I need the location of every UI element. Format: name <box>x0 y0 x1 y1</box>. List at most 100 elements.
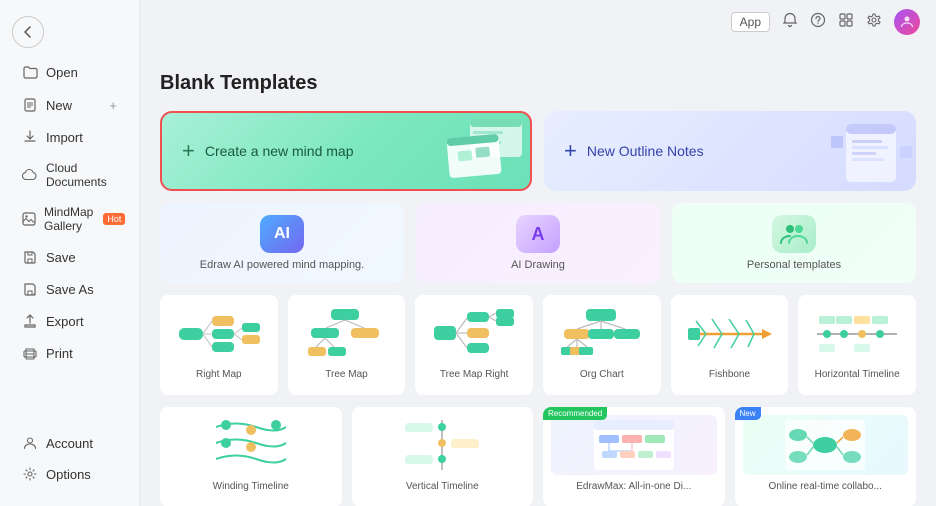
bell-icon[interactable] <box>782 12 798 33</box>
horizontal-timeline-card[interactable]: Horizontal Timeline <box>798 295 916 395</box>
tree-map-img <box>296 303 398 363</box>
fishbone-card[interactable]: Fishbone <box>671 295 789 395</box>
new-plus-icon: + <box>109 98 117 113</box>
winding-timeline-card[interactable]: Winding Timeline <box>160 407 342 506</box>
export-icon <box>22 313 38 329</box>
personal-icon <box>772 215 816 253</box>
sidebar-item-import[interactable]: Import <box>6 122 133 152</box>
tree-map-right-label: Tree Map Right <box>440 369 509 380</box>
online-realtime-label: Online real-time collabo... <box>769 481 882 492</box>
template-grid: Right Map Tree Map <box>160 295 916 395</box>
settings-icon[interactable] <box>866 12 882 33</box>
tree-map-right-card[interactable]: Tree Map Right <box>415 295 533 395</box>
sidebar-item-cloud-label: Cloud Documents <box>46 161 117 189</box>
cloud-icon <box>22 167 38 183</box>
hero-cards-row: + Create a new mind map <box>160 111 916 191</box>
right-map-img <box>168 303 270 363</box>
fishbone-img <box>679 303 781 363</box>
sidebar-item-account-label: Account <box>46 436 93 451</box>
sidebar-item-options-label: Options <box>46 467 91 482</box>
tree-map-card[interactable]: Tree Map <box>288 295 406 395</box>
org-chart-label: Org Chart <box>580 369 624 380</box>
org-chart-card[interactable]: Org Chart <box>543 295 661 395</box>
personal-templates-card[interactable]: Personal templates <box>672 203 916 283</box>
fishbone-label: Fishbone <box>709 369 750 380</box>
create-plus-icon: + <box>182 140 195 162</box>
horizontal-timeline-img <box>806 303 908 363</box>
sidebar-item-import-label: Import <box>46 130 83 145</box>
sidebar-item-print-label: Print <box>46 346 73 361</box>
bottom-grid: Winding Timeline Vertical <box>160 407 916 506</box>
sidebar-item-save[interactable]: Save <box>6 242 133 272</box>
tree-map-right-img <box>423 303 525 363</box>
sidebar-item-open[interactable]: Open <box>6 57 133 87</box>
vertical-timeline-card[interactable]: Vertical Timeline <box>352 407 534 506</box>
outline-plus-icon: + <box>564 140 577 162</box>
image-icon <box>22 211 36 227</box>
vertical-timeline-label: Vertical Timeline <box>406 481 479 492</box>
sidebar-item-new-label: New <box>46 98 72 113</box>
sidebar-item-gallery-label: MindMap Gallery <box>44 205 93 233</box>
new-badge: New <box>735 407 761 420</box>
edrawmax-allinone-label: EdrawMax: All-in-one Di... <box>576 481 691 492</box>
edrawmax-allinone-card[interactable]: Recommended <box>543 407 725 506</box>
outline-card-illustration <box>826 116 906 191</box>
page-title: Blank Templates <box>160 72 916 95</box>
sidebar-item-open-label: Open <box>46 65 78 80</box>
sidebar-item-saveas[interactable]: Save As <box>6 274 133 304</box>
sidebar-bottom: Account Options <box>0 427 139 498</box>
print-icon <box>22 345 38 361</box>
ai-drawing-card[interactable]: A AI Drawing <box>416 203 660 283</box>
sidebar-item-saveas-label: Save As <box>46 282 94 297</box>
account-icon <box>22 435 38 451</box>
winding-timeline-label: Winding Timeline <box>213 481 289 492</box>
import-icon <box>22 129 38 145</box>
edrawmax-img <box>551 415 717 475</box>
recommended-badge: Recommended <box>543 407 607 420</box>
ai-icon: AI <box>260 215 304 253</box>
sidebar-item-options[interactable]: Options <box>6 459 133 489</box>
create-mindmap-card[interactable]: + Create a new mind map <box>160 111 532 191</box>
sidebar-item-new[interactable]: New + <box>6 90 133 120</box>
personal-templates-label: Personal templates <box>747 259 841 271</box>
grid-icon[interactable] <box>838 12 854 33</box>
tree-map-label: Tree Map <box>325 369 367 380</box>
org-chart-img <box>551 303 653 363</box>
feature-cards-row: AI Edraw AI powered mind mapping. A AI D… <box>160 203 916 283</box>
back-button[interactable] <box>12 16 44 48</box>
edraw-ai-label: Edraw AI powered mind mapping. <box>200 259 364 271</box>
online-realtime-img <box>743 415 909 475</box>
outline-notes-card[interactable]: + New Outline Notes <box>544 111 916 191</box>
edraw-ai-card[interactable]: AI Edraw AI powered mind mapping. <box>160 203 404 283</box>
vertical-timeline-img <box>360 415 526 475</box>
file-icon <box>22 97 38 113</box>
right-map-label: Right Map <box>196 369 242 380</box>
online-realtime-card[interactable]: New Online real-time collabo... <box>735 407 917 506</box>
options-icon <box>22 466 38 482</box>
main-content: App Blank Templates + Create a new mind … <box>140 0 936 506</box>
outline-notes-label: New Outline Notes <box>587 143 704 159</box>
create-mindmap-label: Create a new mind map <box>205 143 354 159</box>
sidebar: Open New + Import Cloud Documents MindMa… <box>0 0 140 506</box>
sidebar-item-save-label: Save <box>46 250 76 265</box>
create-card-illustration <box>440 114 520 189</box>
avatar[interactable] <box>894 9 920 35</box>
saveas-icon <box>22 281 38 297</box>
sidebar-item-account[interactable]: Account <box>6 428 133 458</box>
folder-icon <box>22 64 38 80</box>
hot-badge: Hot <box>103 213 125 225</box>
sidebar-item-gallery[interactable]: MindMap Gallery Hot <box>6 198 133 240</box>
sidebar-item-export-label: Export <box>46 314 84 329</box>
app-button[interactable]: App <box>731 12 770 32</box>
sidebar-item-cloud[interactable]: Cloud Documents <box>6 154 133 196</box>
horizontal-timeline-label: Horizontal Timeline <box>815 369 900 380</box>
save-icon <box>22 249 38 265</box>
ai-draw-icon: A <box>516 215 560 253</box>
sidebar-item-print[interactable]: Print <box>6 338 133 368</box>
right-map-card[interactable]: Right Map <box>160 295 278 395</box>
ai-drawing-label: AI Drawing <box>511 259 565 271</box>
question-icon[interactable] <box>810 12 826 33</box>
winding-timeline-img <box>168 415 334 475</box>
sidebar-item-export[interactable]: Export <box>6 306 133 336</box>
topbar: App <box>140 0 936 44</box>
